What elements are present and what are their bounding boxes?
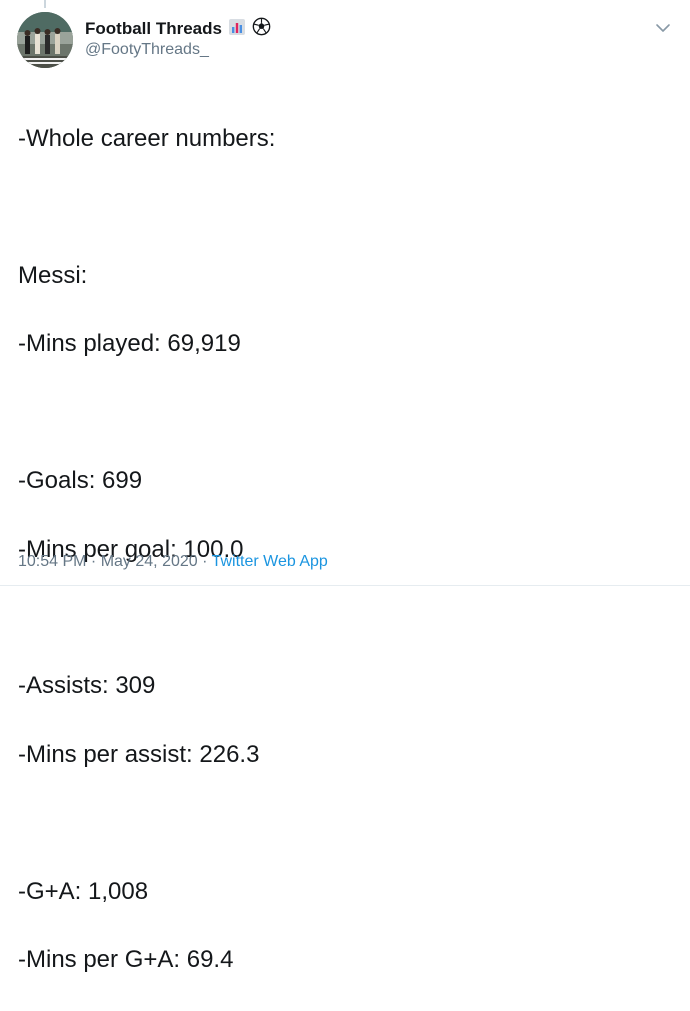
tweet-line: -Mins per G+A: 69.4 (18, 945, 234, 973)
tweet-line: -Assists: 309 (18, 672, 156, 700)
meta-separator: · (197, 553, 212, 570)
tweet-line: -Mins played: 69,919 (18, 330, 241, 358)
tweet-line: -Goals: 699 (18, 467, 143, 495)
tweet-text: -Whole career numbers: Messi: -Mins play… (18, 88, 668, 1011)
tweet-meta: 10:54 PM · May 24, 2020 · Twitter Web Ap… (18, 553, 328, 571)
display-name[interactable]: Football Threads (85, 19, 222, 39)
tweet-line: -Mins per assist: 226.3 (18, 740, 260, 768)
tweet-line: Messi: (18, 261, 88, 289)
chart-icon (228, 18, 246, 41)
soccer-ball-icon (252, 17, 271, 41)
tweet: Football Threads @FootyThreads_ -Whole c… (0, 0, 690, 973)
tweet-line: -Whole career numbers: (18, 125, 276, 153)
handle[interactable]: @FootyThreads_ (85, 41, 271, 59)
tweet-line: -G+A: 1,008 (18, 877, 149, 905)
timestamp-link[interactable]: 10:54 PM · May 24, 2020 (18, 553, 198, 570)
avatar[interactable] (17, 12, 73, 68)
thread-connector-line (44, 0, 46, 8)
author-names: Football Threads @FootyThreads_ (85, 17, 271, 59)
tweet-header: Football Threads @FootyThreads_ (17, 12, 677, 68)
chevron-down-icon[interactable] (653, 18, 673, 38)
divider (0, 585, 690, 586)
display-name-row[interactable]: Football Threads (85, 17, 271, 41)
source-app-link[interactable]: Twitter Web App (212, 553, 328, 570)
